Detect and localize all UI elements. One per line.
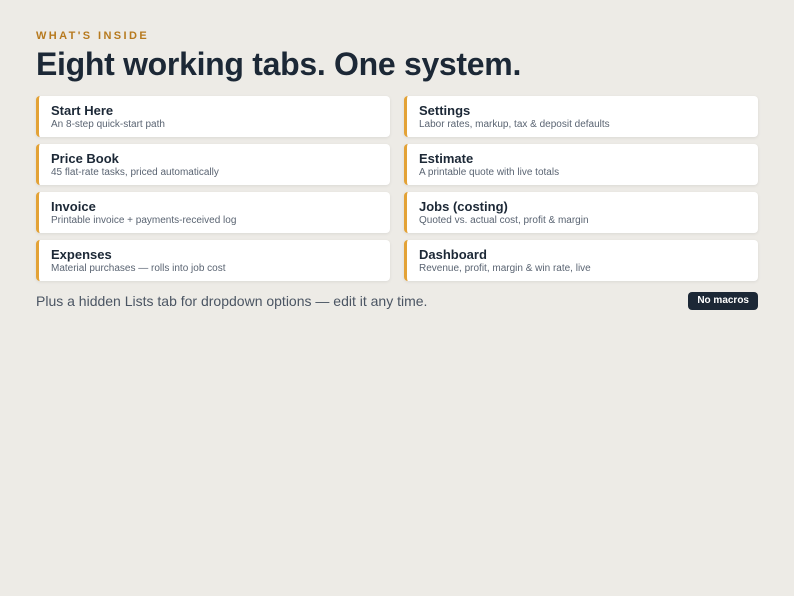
tab-card-description: Labor rates, markup, tax & deposit defau… [419, 119, 610, 130]
no-macros-badge: No macros [688, 292, 758, 310]
tab-card-title: Expenses [51, 247, 112, 262]
tab-card-settings: Settings Labor rates, markup, tax & depo… [404, 96, 758, 137]
tab-card-title: Jobs (costing) [419, 199, 508, 214]
tab-card-invoice: Invoice Printable invoice + payments-rec… [36, 192, 390, 233]
footer-note: Plus a hidden Lists tab for dropdown opt… [36, 293, 428, 309]
tabs-grid: Start Here An 8-step quick-start path Se… [36, 96, 758, 281]
tab-card-estimate: Estimate A printable quote with live tot… [404, 144, 758, 185]
tab-card-description: Material purchases — rolls into job cost [51, 263, 226, 274]
footer-row: Plus a hidden Lists tab for dropdown opt… [36, 292, 758, 310]
tab-card-start-here: Start Here An 8-step quick-start path [36, 96, 390, 137]
tab-card-description: An 8-step quick-start path [51, 119, 165, 130]
tab-card-description: Revenue, profit, margin & win rate, live [419, 263, 591, 274]
tab-card-jobs-costing: Jobs (costing) Quoted vs. actual cost, p… [404, 192, 758, 233]
tab-card-title: Settings [419, 103, 471, 118]
tab-card-title: Dashboard [419, 247, 487, 262]
tab-card-price-book: Price Book 45 flat-rate tasks, priced au… [36, 144, 390, 185]
tab-card-description: Quoted vs. actual cost, profit & margin [419, 215, 589, 226]
tab-card-description: 45 flat-rate tasks, priced automatically [51, 167, 219, 178]
tab-card-description: Printable invoice + payments-received lo… [51, 215, 237, 226]
tab-card-title: Price Book [51, 151, 119, 166]
tab-card-title: Invoice [51, 199, 96, 214]
tab-card-title: Estimate [419, 151, 474, 166]
tab-card-title: Start Here [51, 103, 114, 118]
tab-card-dashboard: Dashboard Revenue, profit, margin & win … [404, 240, 758, 281]
section-eyebrow: WHAT'S INSIDE [36, 30, 150, 42]
page-title: Eight working tabs. One system. [36, 46, 522, 82]
tab-card-expenses: Expenses Material purchases — rolls into… [36, 240, 390, 281]
page-content: WHAT'S INSIDE Eight working tabs. One sy… [36, 28, 758, 310]
tab-card-description: A printable quote with live totals [419, 167, 560, 178]
